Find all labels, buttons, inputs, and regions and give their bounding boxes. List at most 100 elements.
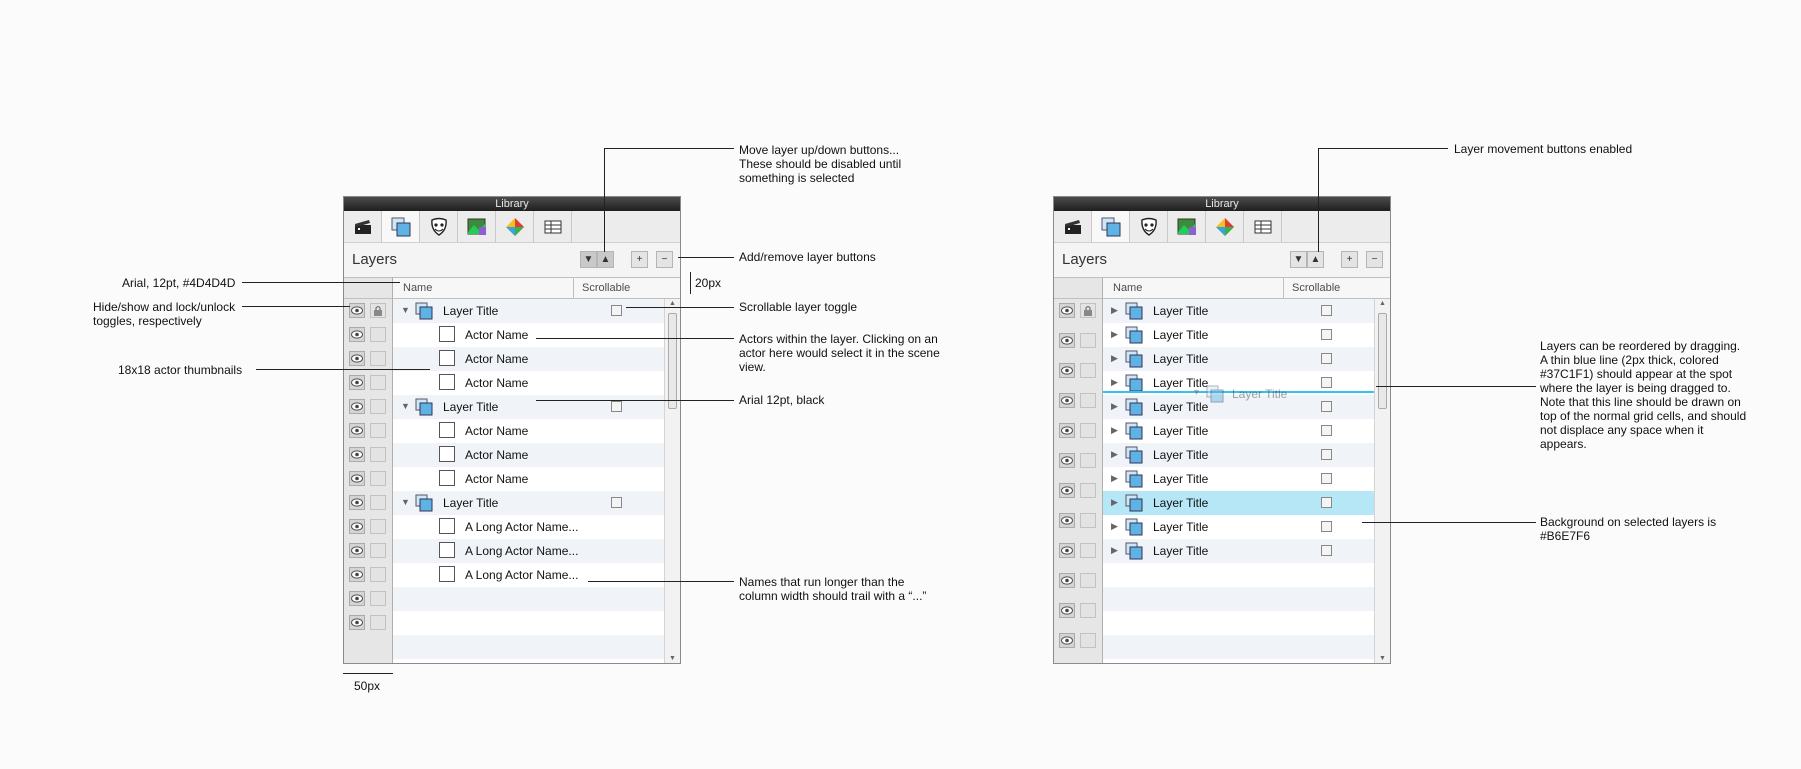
lock-toggle[interactable]	[1080, 453, 1096, 468]
eye-icon[interactable]	[1059, 423, 1075, 438]
scrollable-checkbox[interactable]	[1321, 401, 1332, 412]
col-name-header[interactable]: Name	[403, 282, 432, 294]
scrollable-checkbox[interactable]	[1321, 305, 1332, 316]
eye-icon[interactable]	[1059, 453, 1075, 468]
scrollable-checkbox[interactable]	[611, 401, 622, 412]
disclosure-triangle-icon[interactable]: ▶	[1111, 377, 1118, 388]
col-name-header[interactable]: Name	[1113, 282, 1142, 294]
lock-toggle[interactable]	[1080, 363, 1096, 378]
eye-icon[interactable]	[1059, 543, 1075, 558]
tab-layers[interactable]	[382, 211, 420, 242]
eye-icon[interactable]	[349, 543, 365, 558]
lock-toggle[interactable]	[370, 615, 386, 630]
eye-icon[interactable]	[349, 495, 365, 510]
lock-toggle[interactable]	[370, 471, 386, 486]
tab-behaviors[interactable]	[496, 211, 534, 242]
tab-scenes[interactable]	[344, 211, 382, 242]
disclosure-triangle-icon[interactable]: ▶	[1111, 545, 1118, 556]
lock-toggle[interactable]	[370, 447, 386, 462]
eye-icon[interactable]	[349, 303, 365, 318]
col-scrollable-header[interactable]: Scrollable	[573, 278, 630, 298]
lock-toggle[interactable]	[1080, 543, 1096, 558]
scrollable-checkbox[interactable]	[611, 305, 622, 316]
eye-icon[interactable]	[1059, 483, 1075, 498]
actor-row[interactable]: A Long Actor Name...	[393, 515, 664, 539]
eye-icon[interactable]	[1059, 513, 1075, 528]
move-down-button[interactable]: ▼	[580, 251, 597, 268]
scrollable-checkbox[interactable]	[1321, 473, 1332, 484]
layer-row[interactable]: ▶ Layer Title	[1103, 443, 1374, 467]
disclosure-triangle-icon[interactable]: ▶	[1111, 425, 1118, 436]
actor-row[interactable]: A Long Actor Name...	[393, 563, 664, 587]
disclosure-triangle-icon[interactable]: ▶	[1111, 305, 1118, 316]
disclosure-triangle-icon[interactable]: ▼	[401, 305, 410, 315]
layer-row[interactable]: ▶ Layer Title	[1103, 419, 1374, 443]
disclosure-triangle-icon[interactable]: ▶	[1111, 449, 1118, 460]
lock-toggle[interactable]	[370, 351, 386, 366]
scrollable-checkbox[interactable]	[1321, 497, 1332, 508]
lock-toggle[interactable]	[370, 519, 386, 534]
tab-tables[interactable]	[534, 211, 572, 242]
actor-row[interactable]: Actor Name	[393, 347, 664, 371]
layer-row[interactable]: ▼ Layer Title	[393, 395, 664, 419]
layer-row[interactable]: ▶ Layer Title	[1103, 467, 1374, 491]
lock-toggle[interactable]	[370, 495, 386, 510]
eye-icon[interactable]	[1059, 303, 1075, 318]
layer-row[interactable]: ▶ Layer Title	[1103, 299, 1374, 323]
tab-images[interactable]	[458, 211, 496, 242]
layer-row[interactable]: ▼ Layer Title	[393, 491, 664, 515]
disclosure-triangle-icon[interactable]: ▶	[1111, 401, 1118, 412]
eye-icon[interactable]	[349, 351, 365, 366]
disclosure-triangle-icon[interactable]: ▼	[401, 401, 410, 411]
eye-icon[interactable]	[1059, 363, 1075, 378]
scrollable-checkbox[interactable]	[1321, 545, 1332, 556]
eye-icon[interactable]	[349, 615, 365, 630]
lock-toggle[interactable]	[370, 375, 386, 390]
eye-icon[interactable]	[349, 519, 365, 534]
tab-actors[interactable]	[420, 211, 458, 242]
layer-row[interactable]: ▶ Layer Title	[1103, 539, 1374, 563]
disclosure-triangle-icon[interactable]: ▶	[1111, 521, 1118, 532]
lock-toggle[interactable]	[370, 399, 386, 414]
disclosure-triangle-icon[interactable]: ▶	[1111, 497, 1118, 508]
scrollbar[interactable]: ▲ ▼	[1374, 299, 1390, 663]
add-layer-button[interactable]: +	[631, 251, 648, 268]
scrollable-checkbox[interactable]	[1321, 521, 1332, 532]
eye-icon[interactable]	[349, 423, 365, 438]
disclosure-triangle-icon[interactable]: ▶	[1111, 329, 1118, 340]
scrollable-checkbox[interactable]	[1321, 449, 1332, 460]
disclosure-triangle-icon[interactable]: ▶	[1111, 353, 1118, 364]
lock-toggle[interactable]	[370, 591, 386, 606]
disclosure-triangle-icon[interactable]: ▶	[1111, 473, 1118, 484]
eye-icon[interactable]	[1059, 633, 1075, 648]
eye-icon[interactable]	[349, 447, 365, 462]
eye-icon[interactable]	[349, 471, 365, 486]
eye-icon[interactable]	[1059, 573, 1075, 588]
layer-row[interactable]: ▶ Layer Title	[1103, 491, 1374, 515]
eye-icon[interactable]	[1059, 393, 1075, 408]
eye-icon[interactable]	[349, 375, 365, 390]
actor-row[interactable]: Actor Name	[393, 443, 664, 467]
tab-tables[interactable]	[1244, 211, 1282, 242]
lock-toggle[interactable]	[1080, 483, 1096, 498]
lock-toggle[interactable]	[1080, 513, 1096, 528]
tab-images[interactable]	[1168, 211, 1206, 242]
lock-toggle[interactable]	[370, 303, 386, 318]
lock-toggle[interactable]	[1080, 603, 1096, 618]
lock-toggle[interactable]	[1080, 333, 1096, 348]
scroll-thumb[interactable]	[668, 313, 677, 409]
lock-toggle[interactable]	[370, 423, 386, 438]
eye-icon[interactable]	[1059, 333, 1075, 348]
scroll-down-icon[interactable]: ▼	[669, 655, 676, 662]
eye-icon[interactable]	[1059, 603, 1075, 618]
lock-toggle[interactable]	[1080, 633, 1096, 648]
eye-icon[interactable]	[349, 567, 365, 582]
lock-toggle[interactable]	[1080, 303, 1096, 318]
lock-toggle[interactable]	[370, 543, 386, 558]
scrollable-checkbox[interactable]	[1321, 353, 1332, 364]
tab-scenes[interactable]	[1054, 211, 1092, 242]
actor-row[interactable]: A Long Actor Name...	[393, 539, 664, 563]
scrollable-checkbox[interactable]	[1321, 377, 1332, 388]
scroll-thumb[interactable]	[1378, 313, 1387, 409]
tab-layers[interactable]	[1092, 211, 1130, 242]
